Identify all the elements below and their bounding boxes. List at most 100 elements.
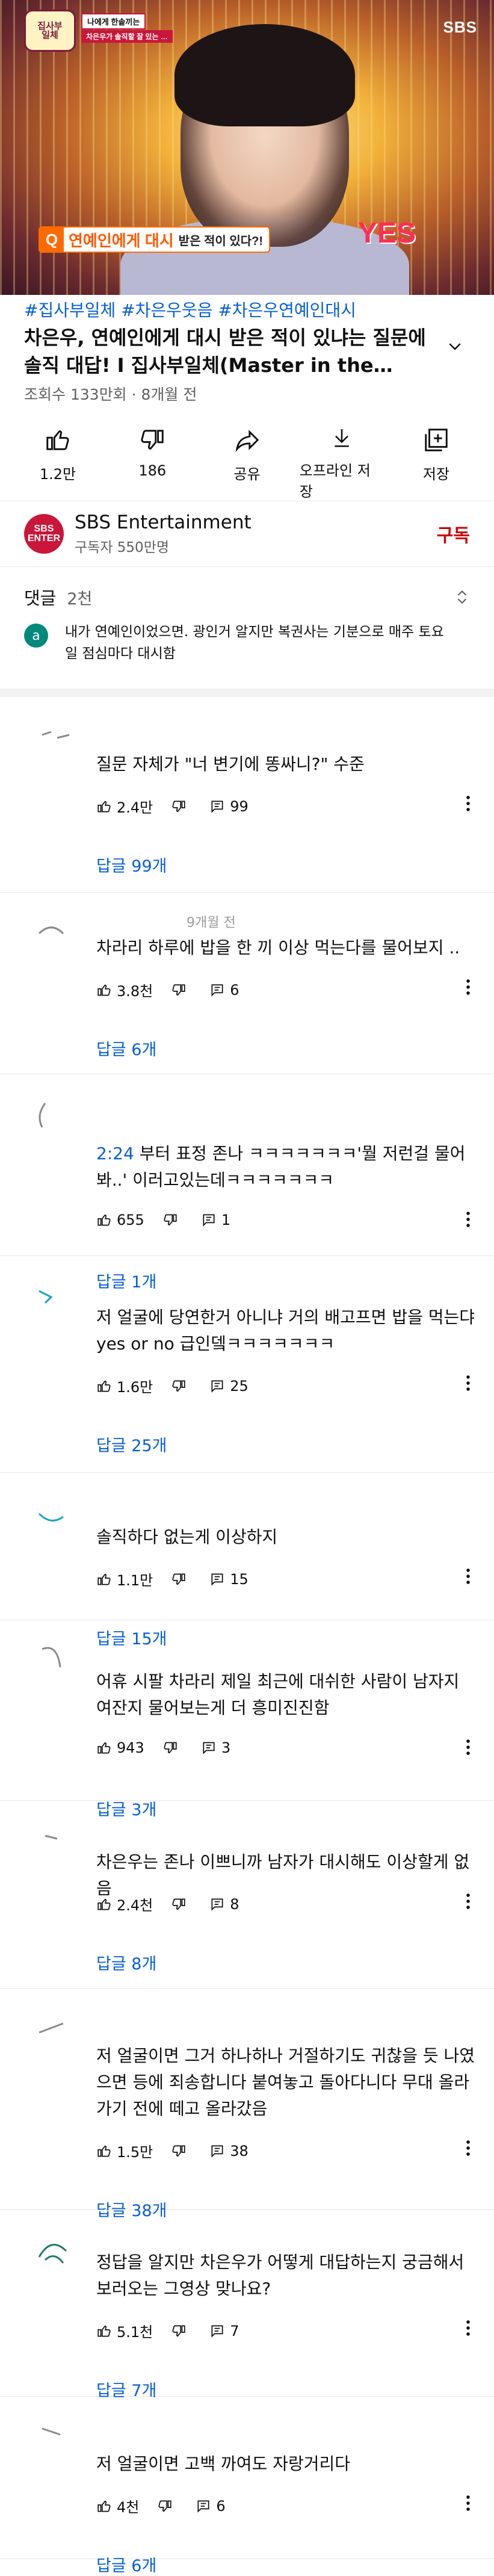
view-replies-link[interactable]: 답글 99개 <box>96 853 167 876</box>
comment-item[interactable]: 저 얼굴이면 고백 까여도 자랑거리다 4천 6 답글 6개 <box>0 2397 494 2575</box>
video-title[interactable]: 차은우, 연예인에게 대시 받은 적이 있냐는 질문에 솔직 대답! I 집사부… <box>24 324 439 379</box>
more-options-icon[interactable] <box>465 2139 471 2157</box>
save-button[interactable]: 저장 <box>394 426 478 501</box>
comment-reply-count[interactable]: 8 <box>209 1896 239 1913</box>
comment-reply-count[interactable]: 6 <box>209 982 239 999</box>
comment-like-button[interactable]: 1.1만 <box>96 1568 153 1590</box>
comment-item[interactable]: 9개월 전 차라리 하루에 밥을 한 끼 이상 먹는다를 물어보지 .. 3.8천 6… <box>0 893 494 1074</box>
comment-avatar[interactable] <box>24 1824 78 1860</box>
comment-dislike-button[interactable] <box>171 1378 191 1394</box>
comment-avatar[interactable] <box>24 2011 78 2048</box>
comment-dislike-button[interactable] <box>171 1571 191 1587</box>
thumb-up-icon[interactable] <box>96 1378 112 1394</box>
thumb-down-icon[interactable] <box>171 1571 187 1587</box>
reply-icon[interactable] <box>209 799 225 814</box>
reply-icon[interactable] <box>209 2323 225 2339</box>
comment-avatar[interactable] <box>24 1279 78 1315</box>
comment-like-button[interactable]: 1.6만 <box>96 1375 153 1396</box>
comment-dislike-button[interactable] <box>171 2323 191 2339</box>
comment-avatar[interactable] <box>24 1496 78 1532</box>
thumb-up-icon[interactable] <box>96 1571 112 1587</box>
comment-like-button[interactable]: 1.5만 <box>96 2140 153 2161</box>
comment-like-button[interactable]: 655 <box>96 1212 144 1228</box>
comment-reply-count[interactable]: 3 <box>201 1739 230 1756</box>
comments-header[interactable]: 댓글 2천 <box>0 573 494 621</box>
thumb-down-icon[interactable] <box>171 982 187 998</box>
share-button[interactable]: 공유 <box>205 426 289 501</box>
thumb-up-icon[interactable] <box>96 982 112 998</box>
thumb-down-icon[interactable] <box>171 799 187 814</box>
comment-like-button[interactable]: 5.1천 <box>96 2320 153 2341</box>
reply-icon[interactable] <box>209 2143 225 2159</box>
comment-item[interactable]: 차은우는 존나 이쁘니까 남자가 대시해도 이상할게 없음 2.4천 8 답글 8개 <box>0 1801 494 1989</box>
comment-dislike-button[interactable] <box>162 1212 183 1228</box>
comment-item[interactable]: 질문 자체가 "너 변기에 똥싸니?" 수준 2.4만 99 답글 99개 <box>0 697 494 893</box>
expand-collapse-icon[interactable] <box>454 588 470 606</box>
comment-item[interactable]: 저 얼굴이면 그거 하나하나 거절하기도 귀찮을 듯 나였으면 등에 죄송합니다… <box>0 1989 494 2220</box>
thumb-down-icon[interactable] <box>171 1896 187 1912</box>
comment-dislike-button[interactable] <box>171 2143 191 2159</box>
channel-avatar[interactable]: SBS ENTER <box>24 514 64 554</box>
comment-reply-count[interactable]: 99 <box>209 798 249 815</box>
subscribe-button[interactable]: 구독 <box>437 521 470 547</box>
more-options-icon[interactable] <box>465 1210 471 1228</box>
more-options-icon[interactable] <box>465 1567 471 1585</box>
comment-item[interactable]: 저 얼굴에 당연한거 아니냐 거의 배고프면 밥을 먹는댜 yes or no … <box>0 1256 494 1473</box>
thumb-up-icon[interactable] <box>96 2498 112 2514</box>
comment-item[interactable]: 정답을 알지만 차은우가 어떻게 대답하는지 궁금해서 보러오는 그영상 맞나요… <box>0 2210 494 2400</box>
more-options-icon[interactable] <box>465 978 471 996</box>
thumb-up-icon[interactable] <box>96 799 112 814</box>
comment-dislike-button[interactable] <box>171 799 191 814</box>
more-options-icon[interactable] <box>465 1374 471 1392</box>
channel-name[interactable]: SBS Entertainment <box>75 512 437 533</box>
comment-item[interactable]: 2:24 부터 표정 존나 ㅋㅋㅋㅋㅋㅋㅋ'뭘 저런걸 물어봐..' 이러고있는… <box>0 1074 494 1292</box>
more-options-icon[interactable] <box>465 2494 471 2512</box>
thumb-down-icon[interactable] <box>157 2498 173 2514</box>
comment-avatar[interactable] <box>24 720 78 756</box>
more-options-icon[interactable] <box>465 2319 471 2337</box>
comment-avatar[interactable] <box>24 1643 78 1679</box>
reply-icon[interactable] <box>209 1378 225 1394</box>
comment-reply-count[interactable]: 6 <box>196 2498 226 2515</box>
comment-avatar[interactable] <box>24 2420 78 2456</box>
thumb-up-icon[interactable] <box>96 1212 112 1228</box>
thumb-up-icon[interactable] <box>96 1740 112 1756</box>
reply-icon[interactable] <box>201 1740 217 1756</box>
chevron-down-icon[interactable] <box>440 331 470 361</box>
reply-icon[interactable] <box>209 1896 225 1912</box>
comment-like-button[interactable]: 3.8천 <box>96 979 153 1000</box>
comment-like-button[interactable]: 943 <box>96 1739 144 1756</box>
comment-avatar[interactable] <box>24 915 78 952</box>
comment-reply-count[interactable]: 7 <box>209 2323 239 2339</box>
thumb-up-icon[interactable] <box>96 2323 112 2339</box>
view-replies-link[interactable]: 답글 25개 <box>96 1432 167 1456</box>
comment-like-button[interactable]: 4천 <box>96 2495 139 2516</box>
comment-timestamp-link[interactable]: 2:24 <box>96 1144 134 1163</box>
reply-icon[interactable] <box>209 982 225 998</box>
more-options-icon[interactable] <box>465 1892 471 1910</box>
comment-dislike-button[interactable] <box>171 982 191 998</box>
like-button[interactable]: 1.2만 <box>16 426 100 501</box>
comment-avatar[interactable] <box>24 1097 78 1133</box>
comment-dislike-button[interactable] <box>171 1896 191 1912</box>
view-replies-link[interactable]: 답글 6개 <box>96 2553 156 2576</box>
view-replies-link[interactable]: 답글 6개 <box>96 1036 156 1060</box>
comment-dislike-button[interactable] <box>162 1740 183 1756</box>
comment-reply-count[interactable]: 1 <box>201 1212 230 1228</box>
more-options-icon[interactable] <box>465 1738 471 1756</box>
pinned-comment[interactable]: a 내가 연예인이었으면. 광인거 알지만 복권사는 기분으로 매주 토요일 점… <box>0 621 494 689</box>
thumb-down-icon[interactable] <box>171 2143 187 2159</box>
comment-reply-count[interactable]: 25 <box>209 1378 249 1395</box>
download-button[interactable]: 오프라인 저장 <box>300 426 384 501</box>
thumb-down-icon[interactable] <box>162 1740 178 1756</box>
reply-icon[interactable] <box>209 1571 225 1587</box>
comment-like-button[interactable]: 2.4만 <box>96 796 153 817</box>
thumb-down-icon[interactable] <box>171 2323 187 2339</box>
thumb-up-icon[interactable] <box>96 1896 112 1912</box>
more-options-icon[interactable] <box>465 794 471 813</box>
thumb-down-icon[interactable] <box>171 1378 187 1394</box>
video-player[interactable]: 집사부 일체 나에게 한솥끼는 차은우가 솔직할 잘 있는 … SBS YES … <box>0 0 494 295</box>
reply-icon[interactable] <box>201 1212 217 1228</box>
dislike-button[interactable]: 186 <box>110 426 194 501</box>
comment-dislike-button[interactable] <box>157 2498 178 2514</box>
